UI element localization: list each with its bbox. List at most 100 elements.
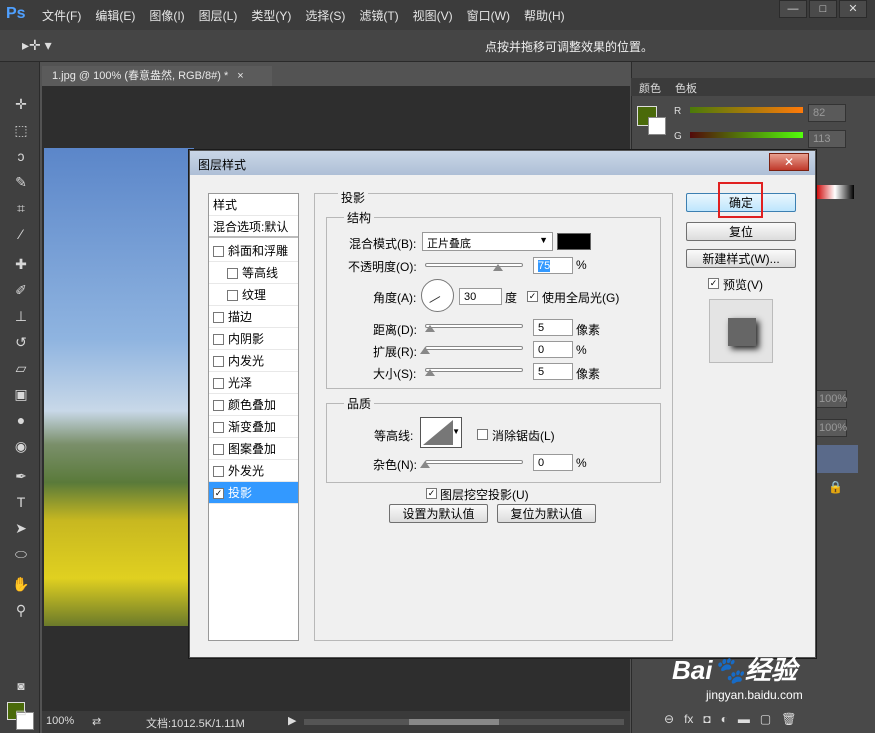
layer-row-selected[interactable] <box>812 445 858 473</box>
trash-icon[interactable]: 🗑 <box>781 712 796 726</box>
style-checkbox[interactable] <box>213 378 224 390</box>
channel-r-slider[interactable] <box>690 107 803 113</box>
close-window-button[interactable]: ✕ <box>839 0 867 18</box>
eraser-icon[interactable]: ▱ <box>10 358 32 378</box>
move-tool-icon[interactable]: ✛ <box>10 94 32 114</box>
stamp-tool-icon[interactable]: ⊥ <box>10 306 32 326</box>
zoom-level[interactable]: 100% <box>46 715 74 727</box>
size-slider[interactable] <box>425 368 523 372</box>
style-item[interactable]: ✓ 投影 <box>209 482 298 504</box>
spread-slider-handle[interactable] <box>420 347 430 354</box>
contour-picker[interactable]: ▼ <box>420 417 462 448</box>
new-style-button[interactable]: 新建样式(W)... <box>686 249 796 268</box>
menu-image[interactable]: 图像(I) <box>149 7 184 24</box>
mask-icon[interactable]: ◘ <box>703 712 710 726</box>
style-item[interactable]: 内阴影 <box>209 328 298 350</box>
make-default-button[interactable]: 设置为默认值 <box>389 504 488 523</box>
noise-input[interactable]: 0 <box>533 454 573 471</box>
style-item[interactable]: 内发光 <box>209 350 298 372</box>
horizontal-scrollbar[interactable] <box>304 719 624 725</box>
menu-filter[interactable]: 滤镜(T) <box>359 7 398 24</box>
adjustment-icon[interactable]: ◐ <box>721 712 728 726</box>
menu-type[interactable]: 类型(Y) <box>251 7 291 24</box>
history-brush-icon[interactable]: ↺ <box>10 332 32 352</box>
gradient-icon[interactable]: ▣ <box>10 384 32 404</box>
angle-dial[interactable] <box>421 279 454 312</box>
move-tool-icon[interactable]: ▸✛ ▾ <box>22 37 52 54</box>
channel-g-value[interactable]: 113 <box>808 130 846 148</box>
style-checkbox[interactable] <box>213 356 224 368</box>
group-icon[interactable]: ▬ <box>738 712 750 726</box>
size-slider-handle[interactable] <box>425 369 435 376</box>
style-checkbox[interactable] <box>213 422 224 434</box>
preview-checkbox[interactable]: ✓ <box>708 278 719 289</box>
menu-select[interactable]: 选择(S) <box>305 7 345 24</box>
knockout-checkbox[interactable]: ✓ <box>426 488 437 499</box>
quick-select-icon[interactable]: ✎ <box>10 172 32 192</box>
style-checkbox[interactable] <box>213 400 224 412</box>
style-checkbox[interactable] <box>213 466 224 478</box>
marquee-tool-icon[interactable]: ⬚ <box>10 120 32 140</box>
fx-icon[interactable]: fx <box>684 712 693 726</box>
link-layers-icon[interactable]: ⊖ <box>664 712 674 726</box>
quick-mask-icon[interactable]: ◙ <box>10 676 32 696</box>
menu-view[interactable]: 视图(V) <box>413 7 453 24</box>
crop-tool-icon[interactable]: ⌗ <box>10 198 32 218</box>
blur-icon[interactable]: ● <box>10 410 32 430</box>
style-item[interactable]: 外发光 <box>209 460 298 482</box>
scrollbar-thumb[interactable] <box>409 719 499 725</box>
channel-g-slider[interactable] <box>690 132 803 138</box>
brush-tool-icon[interactable]: ✐ <box>10 280 32 300</box>
type-tool-icon[interactable]: T <box>10 492 32 512</box>
new-layer-icon[interactable]: ▢ <box>760 712 771 726</box>
spread-slider[interactable] <box>425 346 523 350</box>
healing-brush-icon[interactable]: ✚ <box>10 254 32 274</box>
path-select-icon[interactable]: ➤ <box>10 518 32 538</box>
dialog-close-button[interactable]: ✕ <box>769 153 809 171</box>
style-checkbox[interactable] <box>227 268 238 280</box>
style-checkbox[interactable] <box>213 312 224 324</box>
status-arrow-icon[interactable]: ▶ <box>288 714 296 727</box>
style-checkbox[interactable] <box>227 290 238 302</box>
document-tab[interactable]: 1.jpg @ 100% (春意盎然, RGB/8#) * × <box>42 66 272 86</box>
share-icon[interactable]: ⇄ <box>92 715 101 728</box>
size-input[interactable]: 5 <box>533 363 573 380</box>
style-item[interactable]: 光泽 <box>209 372 298 394</box>
pen-tool-icon[interactable]: ✒ <box>10 466 32 486</box>
noise-slider-handle[interactable] <box>420 461 430 468</box>
opacity-input[interactable]: 75 <box>533 257 573 274</box>
style-checkbox[interactable] <box>213 246 224 258</box>
antialias-checkbox[interactable] <box>477 429 488 440</box>
color-ramp[interactable] <box>816 185 854 199</box>
screen-mode-icon[interactable]: ▭ <box>10 702 32 722</box>
distance-input[interactable]: 5 <box>533 319 573 336</box>
lock-icon[interactable]: 🔒 <box>828 480 843 494</box>
shape-tool-icon[interactable]: ⬭ <box>10 544 32 564</box>
menu-layer[interactable]: 图层(L) <box>199 7 238 24</box>
menu-file[interactable]: 文件(F) <box>42 7 81 24</box>
maximize-button[interactable]: □ <box>809 0 837 18</box>
style-item[interactable]: 渐变叠加 <box>209 416 298 438</box>
channel-r-value[interactable]: 82 <box>808 104 846 122</box>
menu-edit[interactable]: 编辑(E) <box>95 7 135 24</box>
style-checkbox[interactable]: ✓ <box>213 488 224 500</box>
reset-button[interactable]: 复位 <box>686 222 796 241</box>
tab-color[interactable]: 颜色 <box>639 80 661 96</box>
noise-slider[interactable] <box>425 460 523 464</box>
dodge-icon[interactable]: ◉ <box>10 436 32 456</box>
distance-slider-handle[interactable] <box>425 325 435 332</box>
blend-mode-select[interactable]: 正片叠底 ▼ <box>422 232 553 251</box>
blend-options-item[interactable]: 混合选项:默认 <box>209 216 298 238</box>
distance-slider[interactable] <box>425 324 523 328</box>
style-checkbox[interactable] <box>213 444 224 456</box>
minimize-button[interactable]: — <box>779 0 807 18</box>
eyedropper-icon[interactable]: ⁄ <box>10 224 32 244</box>
opacity-slider-handle[interactable] <box>493 264 503 271</box>
style-item[interactable]: 等高线 <box>209 262 298 284</box>
hand-tool-icon[interactable]: ✋ <box>10 574 32 594</box>
spread-input[interactable]: 0 <box>533 341 573 358</box>
style-checkbox[interactable] <box>213 334 224 346</box>
close-tab-icon[interactable]: × <box>237 70 243 82</box>
shadow-color-swatch[interactable] <box>557 233 591 250</box>
style-item[interactable]: 图案叠加 <box>209 438 298 460</box>
